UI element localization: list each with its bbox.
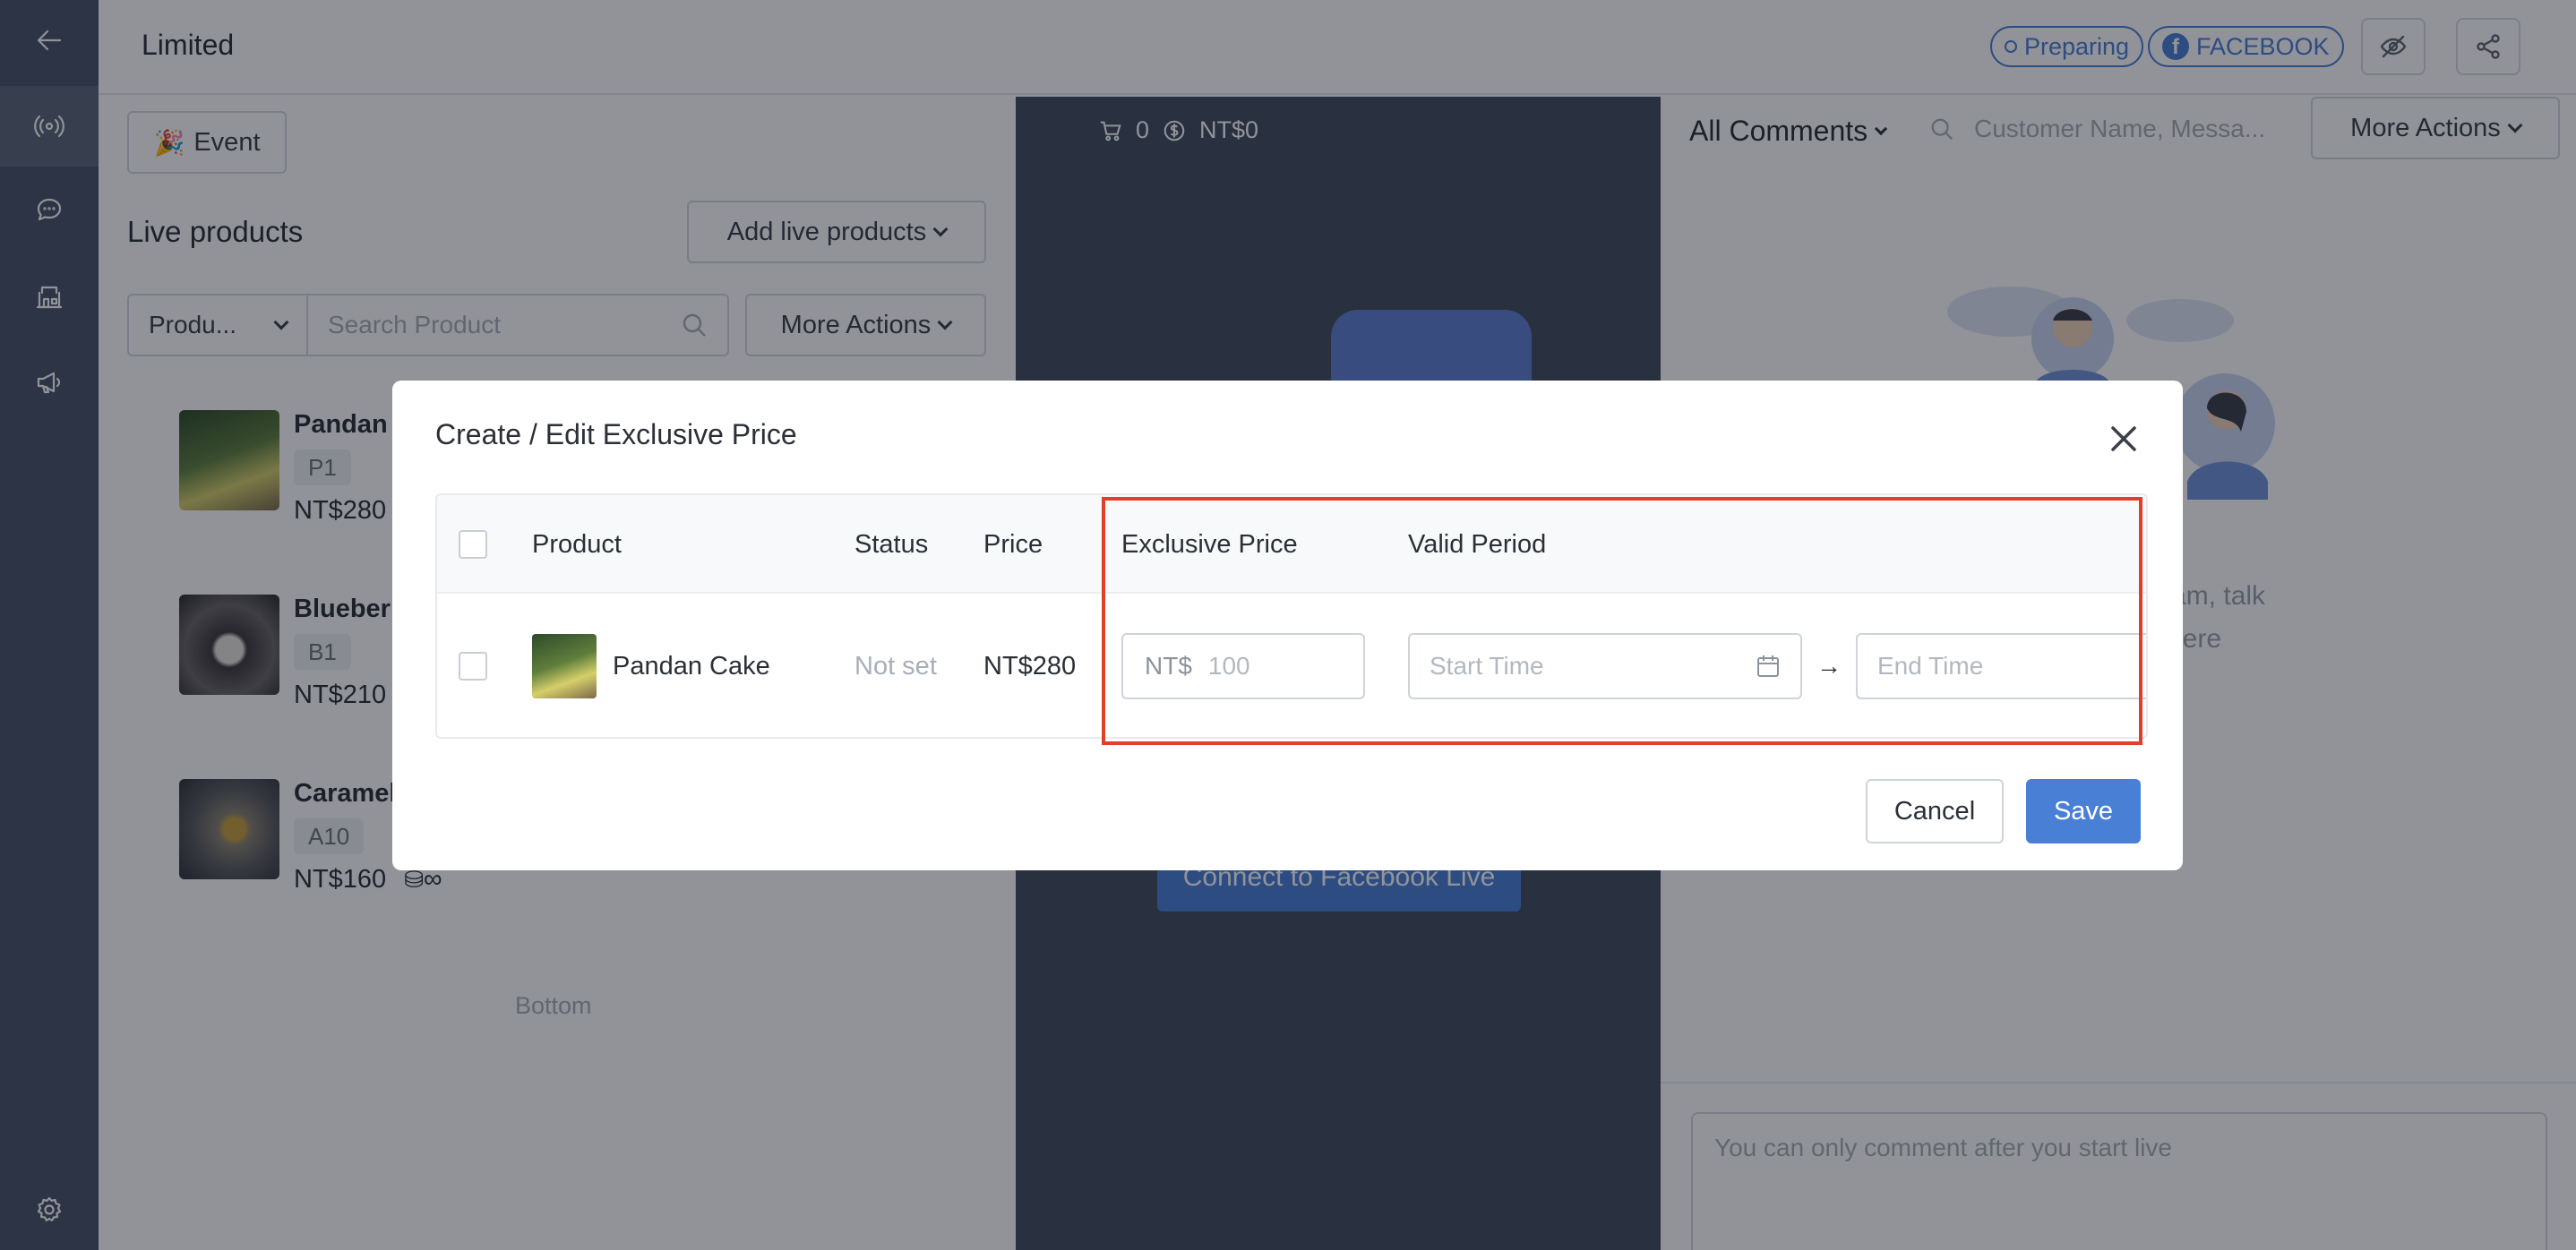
currency-prefix: NT$ xyxy=(1145,652,1192,680)
close-icon xyxy=(2111,426,2136,451)
column-header-price: Price xyxy=(983,529,1043,559)
calendar-icon xyxy=(1757,655,1779,677)
period-separator: → xyxy=(1816,652,1842,680)
select-all-checkbox[interactable] xyxy=(459,530,487,559)
row-valid-period-cell: Start Time → End Time xyxy=(1408,594,2146,737)
column-header-product: Product xyxy=(532,529,622,559)
row-status: Not set xyxy=(854,651,937,681)
exclusive-price-table: Product Status Price Exclusive Price Val… xyxy=(435,493,2148,739)
save-button[interactable]: Save xyxy=(2026,779,2141,843)
exclusive-price-modal: Create / Edit Exclusive Price Product St… xyxy=(392,381,2183,870)
product-thumbnail xyxy=(532,634,597,698)
start-time-input[interactable]: Start Time xyxy=(1408,633,1802,699)
column-header-exclusive-price: Exclusive Price xyxy=(1121,529,1298,559)
row-checkbox[interactable] xyxy=(459,652,487,681)
start-time-placeholder: Start Time xyxy=(1430,652,1544,680)
exclusive-price-placeholder: 100 xyxy=(1207,652,1250,680)
exclusive-price-input[interactable]: NT$ 100 xyxy=(1121,633,1365,699)
cancel-button[interactable]: Cancel xyxy=(1866,779,2004,843)
column-header-status: Status xyxy=(854,529,929,559)
row-select-cell xyxy=(459,594,487,737)
close-button[interactable] xyxy=(2101,416,2146,461)
end-time-placeholder: End Time xyxy=(1877,652,1984,680)
modal-title: Create / Edit Exclusive Price xyxy=(435,418,797,450)
end-time-input[interactable]: End Time xyxy=(1856,633,2146,699)
column-header-valid-period: Valid Period xyxy=(1408,529,1547,559)
row-product-name: Pandan Cake xyxy=(613,651,770,681)
row-exclusive-price-cell: NT$ 100 xyxy=(1121,594,1365,737)
row-price: NT$280 xyxy=(983,651,1077,681)
select-all-cell xyxy=(459,495,487,594)
table-row-product: Pandan Cake xyxy=(532,594,770,737)
